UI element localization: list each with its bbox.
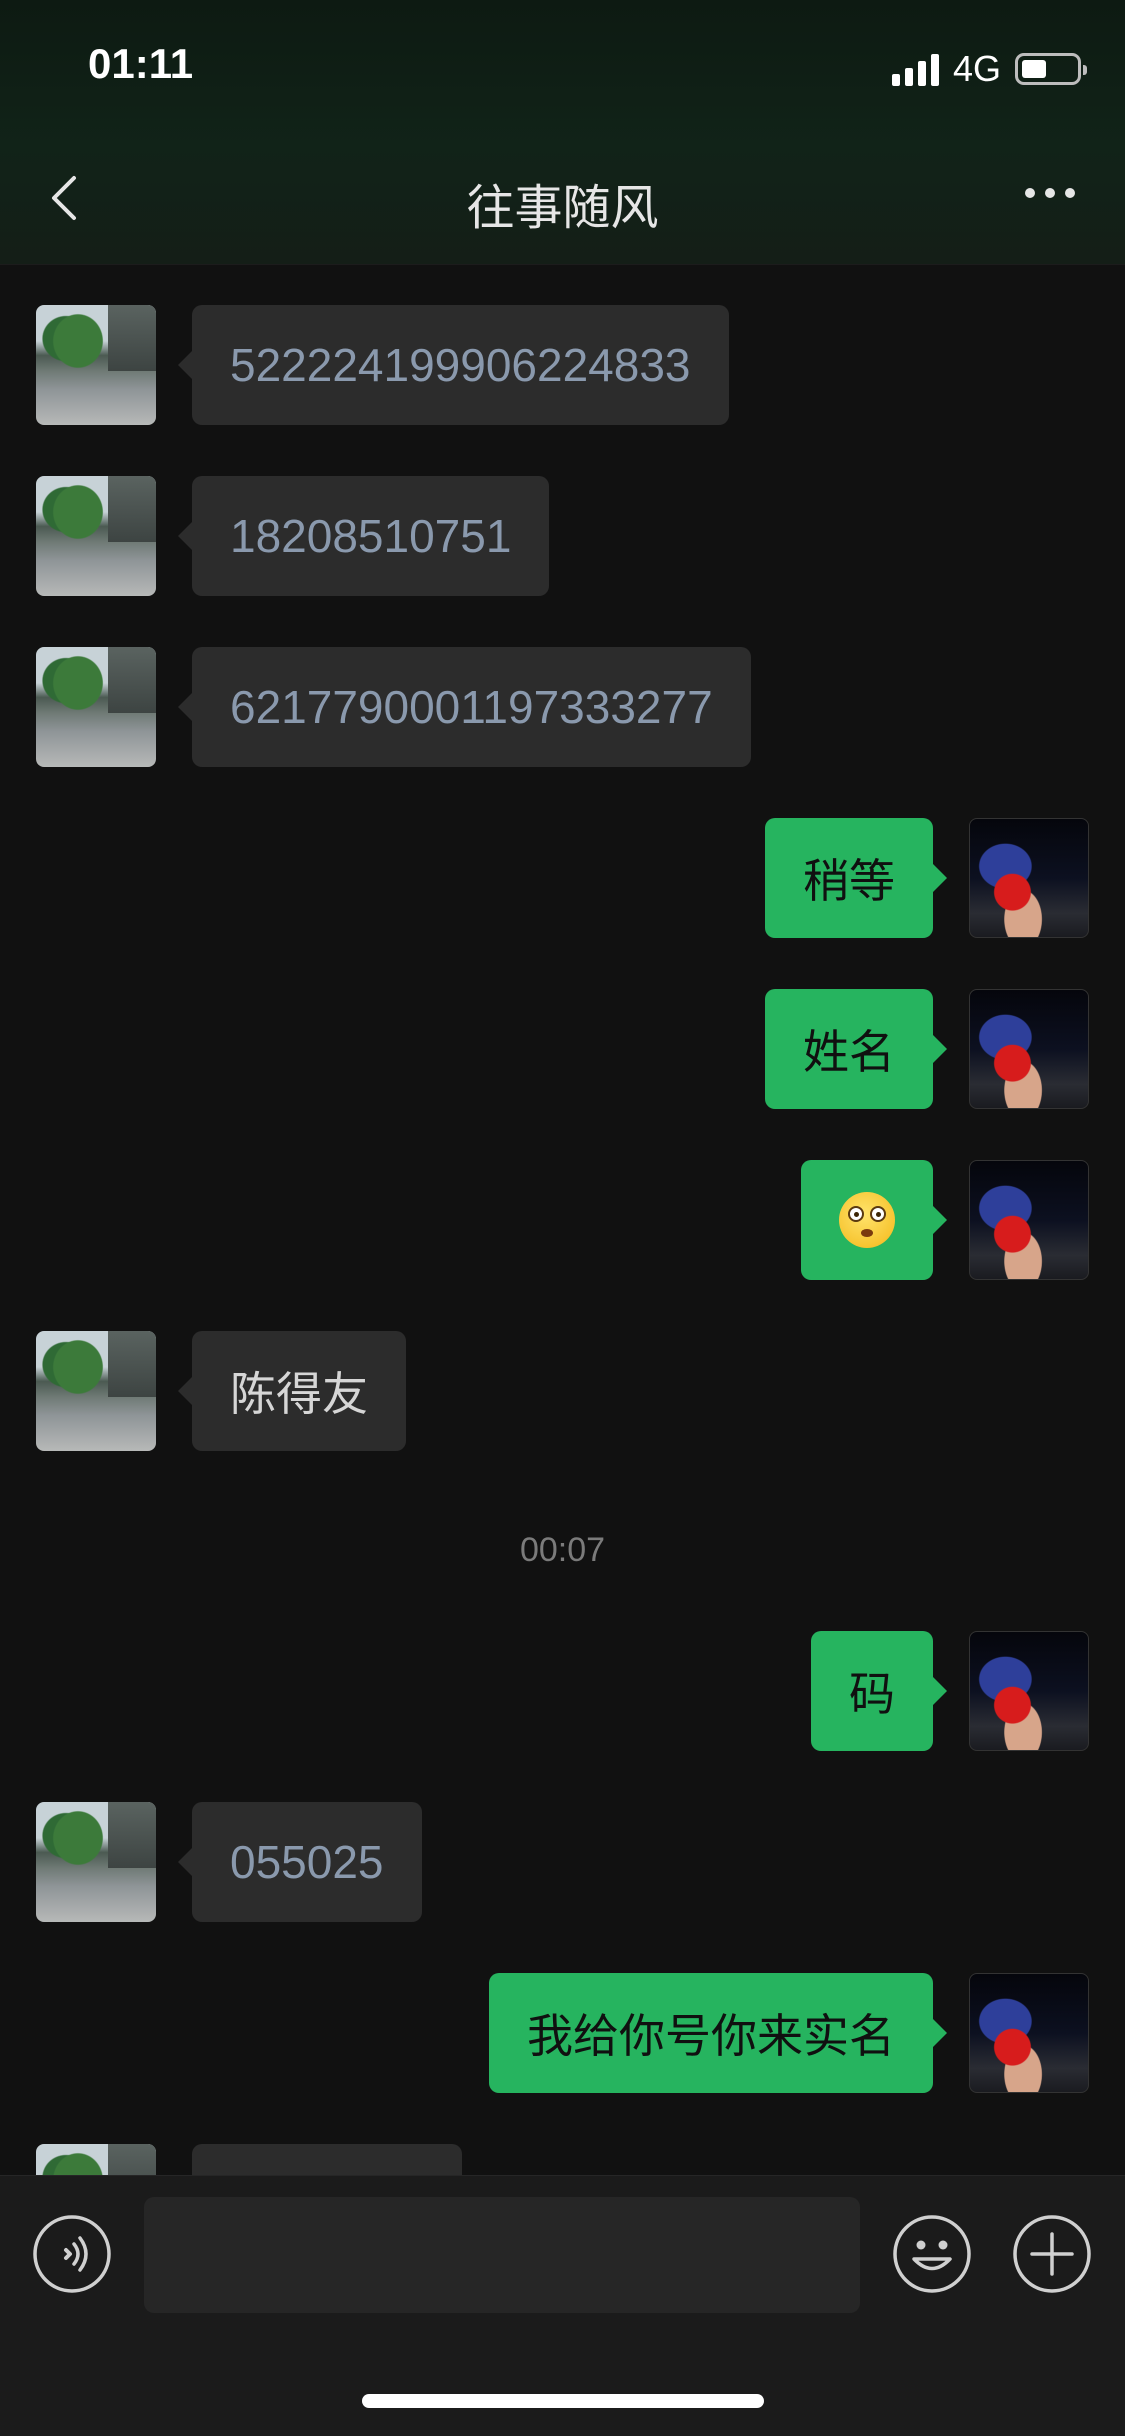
message-row: 我给你号你来实名 <box>0 1973 1125 2093</box>
chat-title: 往事随风 <box>466 180 659 236</box>
outgoing-message-bubble[interactable]: 我给你号你来实名 <box>489 1973 947 2093</box>
self-avatar[interactable] <box>969 1631 1089 1751</box>
outgoing-emoji-bubble[interactable] <box>801 1160 947 1280</box>
flushed-face-emoji <box>839 1192 895 1248</box>
message-timestamp: 00:07 <box>519 1531 606 1569</box>
peer-avatar[interactable] <box>36 1331 156 1451</box>
voice-button[interactable] <box>32 2214 112 2294</box>
chat-header: 01:11 4G 往事随风 <box>0 0 1125 265</box>
more-actions-button[interactable] <box>1012 2214 1092 2294</box>
self-avatar[interactable] <box>969 1973 1089 2093</box>
self-avatar[interactable] <box>969 1160 1089 1280</box>
more-dots-icon <box>1025 188 1035 198</box>
message-row: 稍等 <box>0 818 1125 938</box>
battery-icon <box>1015 53 1087 85</box>
message-row <box>0 2144 1125 2175</box>
incoming-message-bubble[interactable]: 6217790001197333277 <box>178 647 751 767</box>
incoming-message-bubble[interactable]: 055025 <box>178 1802 422 1922</box>
network-type: 4G <box>952 48 1001 89</box>
message-row: 姓名 <box>0 989 1125 1109</box>
emoji-icon <box>893 2215 971 2293</box>
message-row: 18208510751 <box>0 476 1125 596</box>
outgoing-message-bubble[interactable]: 稍等 <box>765 818 947 938</box>
peer-avatar[interactable] <box>36 1802 156 1922</box>
message-row <box>0 1160 1125 1280</box>
peer-avatar[interactable] <box>36 2144 156 2175</box>
message-list[interactable]: 522224199906224833 18208510751 621779000… <box>0 265 1125 2175</box>
chat-screen: 01:11 4G 往事随风 522224199906224833 1820851… <box>0 0 1125 2436</box>
incoming-message-bubble[interactable]: 18208510751 <box>177 476 550 596</box>
message-row: 522224199906224833 <box>0 305 1125 425</box>
plus-icon <box>1013 2215 1091 2293</box>
self-avatar[interactable] <box>969 989 1089 1109</box>
message-row: 055025 <box>0 1802 1125 1922</box>
outgoing-message-bubble[interactable]: 姓名 <box>765 989 947 1109</box>
message-row: 陈得友 <box>0 1331 1125 1451</box>
peer-avatar[interactable] <box>36 305 156 425</box>
emoji-button[interactable] <box>892 2214 972 2294</box>
self-avatar[interactable] <box>969 818 1089 938</box>
peer-avatar[interactable] <box>36 647 156 767</box>
message-row: 6217790001197333277 <box>0 647 1125 767</box>
outgoing-message-bubble[interactable]: 码 <box>811 1631 947 1751</box>
status-time: 01:11 <box>88 40 194 87</box>
message-input[interactable] <box>144 2197 860 2313</box>
more-options-button[interactable] <box>1025 188 1075 198</box>
voice-icon <box>33 2215 111 2293</box>
incoming-message-bubble[interactable] <box>192 2144 462 2175</box>
incoming-message-bubble[interactable]: 522224199906224833 <box>178 305 729 425</box>
incoming-message-bubble[interactable]: 陈得友 <box>178 1331 406 1451</box>
peer-avatar[interactable] <box>36 476 156 596</box>
home-indicator[interactable] <box>362 2394 764 2408</box>
message-row: 码 <box>0 1631 1125 1751</box>
status-indicators: 4G <box>891 48 1087 90</box>
signal-icon <box>891 52 939 86</box>
